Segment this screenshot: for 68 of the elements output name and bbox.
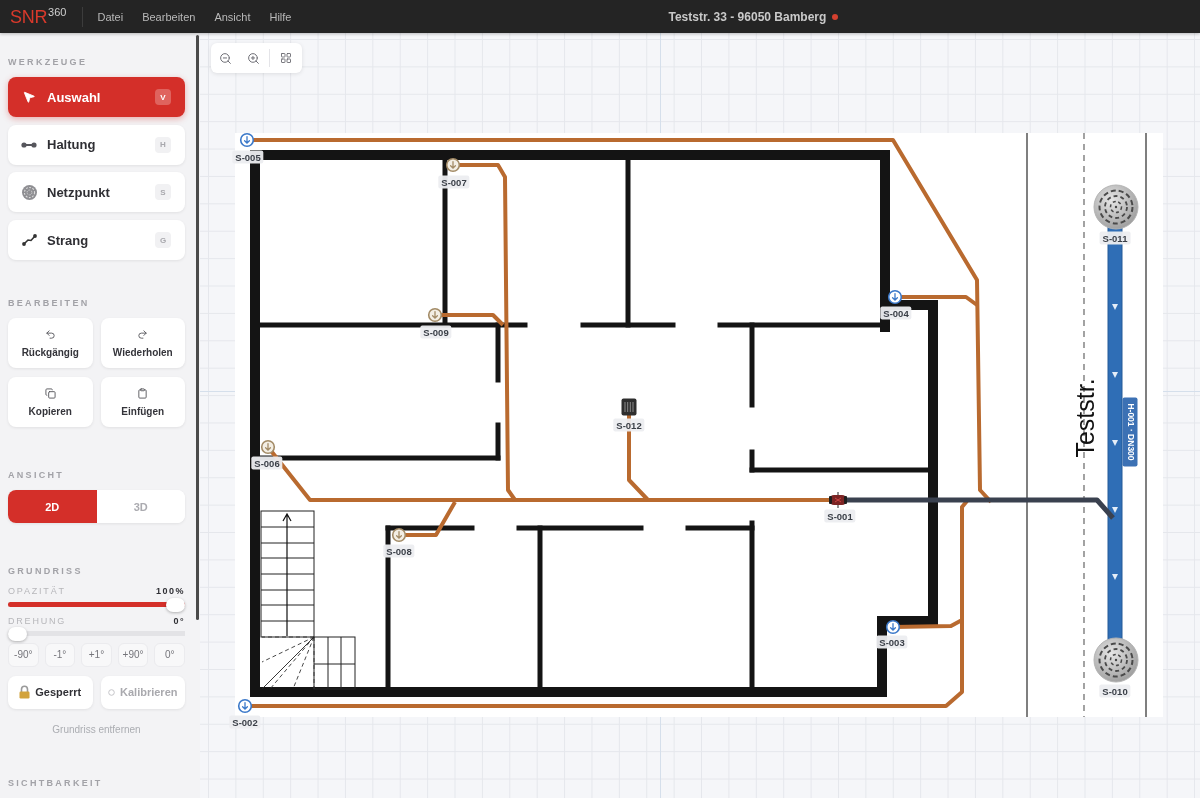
section-heading: SICHTBARKEIT — [8, 778, 104, 789]
slider-label: OPAZITÄT — [8, 586, 66, 597]
copy-icon — [44, 387, 56, 399]
app-logo: SNR$^{360}$ — [10, 6, 67, 27]
shortcut-key: G — [155, 232, 171, 249]
node-label: S-008 — [383, 544, 415, 558]
rotate-button[interactable]: 0° — [154, 643, 185, 667]
shortcut-key: H — [155, 136, 171, 153]
tool-button[interactable]: Strang G — [8, 220, 185, 261]
cursor-icon — [22, 90, 36, 104]
menu-item[interactable]: Datei — [97, 9, 124, 24]
node-label: S-010 — [1099, 684, 1131, 698]
slider-reading: 100% — [155, 586, 185, 597]
section-heading: GRUNDRISS — [8, 566, 84, 578]
tool-button[interactable]: Haltung H — [8, 124, 185, 165]
shortcut-key: V — [155, 89, 171, 105]
node-label: S-002 — [229, 715, 261, 729]
rotate-button[interactable]: -1° — [44, 643, 76, 667]
node-label: S-012 — [613, 418, 645, 432]
redo-button[interactable]: Wiederholen — [100, 318, 185, 369]
document-title: Teststr. 33 - 96050 Bamberg — [668, 9, 827, 24]
undo-icon — [44, 328, 56, 340]
redo-icon — [137, 328, 149, 340]
section-heading: BEARBEITEN — [8, 298, 91, 310]
pipe-tag: H-001 · DN300 — [1122, 397, 1138, 467]
section-heading: ANSICHT — [8, 470, 66, 482]
street-name: Teststr. — [1072, 378, 1098, 458]
node-label: S-004 — [880, 306, 912, 320]
tool-button[interactable]: Netzpunkt S — [8, 172, 185, 213]
menu-item[interactable]: Bearbeiten — [142, 9, 196, 24]
node-label: S-009 — [420, 325, 452, 339]
view-mode-tab[interactable]: 2D — [8, 490, 97, 524]
down-arrow-circle-icon — [427, 307, 443, 323]
polyline-icon — [21, 234, 37, 247]
grid-icon — [280, 52, 292, 64]
node-label: S-001 — [824, 509, 856, 523]
node-label: S-005 — [232, 150, 264, 164]
tool-button[interactable]: Auswahl V — [8, 77, 185, 117]
section-heading: WERKZEUGE — [8, 57, 89, 68]
slider-reading: 0° — [173, 616, 185, 627]
manhole-cover-icon — [1093, 637, 1139, 683]
lock-button[interactable]: Gesperrt — [8, 676, 93, 709]
menu-item[interactable]: Hilfe — [269, 9, 292, 24]
rotate-button[interactable]: +1° — [81, 643, 112, 667]
slider-thumb[interactable] — [166, 598, 185, 613]
zoom-out-icon — [218, 51, 232, 65]
rotate-button[interactable]: +90° — [117, 643, 149, 667]
paste-button[interactable]: Einfügen — [100, 377, 185, 428]
zoom-in-icon — [246, 51, 260, 65]
manhole-cover-icon — [1093, 184, 1139, 230]
clipboard-icon — [137, 387, 149, 399]
shortcut-key: S — [155, 184, 171, 201]
menu-item[interactable]: Ansicht — [214, 9, 251, 24]
copy-button[interactable]: Kopieren — [8, 377, 93, 428]
slider-label: DREHUNG — [8, 616, 67, 627]
undo-button[interactable]: Rückgängig — [8, 318, 93, 369]
node-label: S-003 — [876, 635, 908, 649]
manhole-icon — [21, 184, 37, 200]
valve-icon — [829, 491, 847, 509]
circle-icon — [108, 689, 115, 696]
node-label: S-006 — [251, 456, 283, 470]
scrollbar-thumb[interactable] — [196, 35, 199, 620]
grate-icon — [621, 398, 637, 416]
node-label: S-007 — [438, 175, 470, 189]
down-arrow-circle-icon — [260, 439, 276, 455]
rotate-button[interactable]: -90° — [8, 643, 39, 667]
dot-line-icon — [21, 141, 37, 148]
slider-thumb[interactable] — [8, 627, 27, 642]
